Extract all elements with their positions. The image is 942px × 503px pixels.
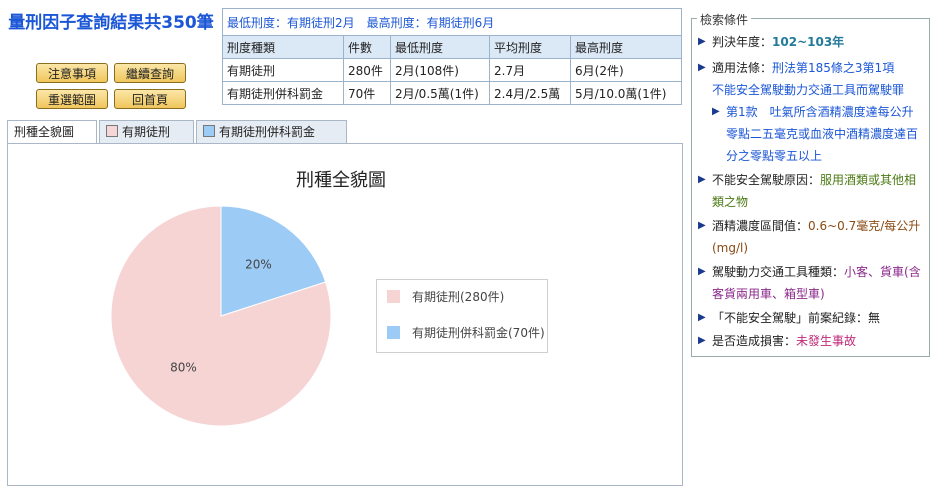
col-header: 最高刑度 <box>570 35 682 59</box>
pie-chart: 20% 80% <box>110 205 332 427</box>
chart-panel: 刑種全貌圖 20% 80% 有期徒刑(280件) 有期徒刑併科罰金(70件) <box>7 143 683 486</box>
criteria-title: 檢索條件 <box>697 11 752 28</box>
tab-overview[interactable]: 刑種全貌圖 <box>7 120 97 145</box>
legend-swatch <box>387 326 400 339</box>
table-row: 有期徒刑 280件 2月(108件) 2.7月 6月(2件) <box>222 58 682 82</box>
bullet-arrow-icon: ▶ <box>698 62 706 73</box>
criteria-label: 判決年度： <box>712 35 773 49</box>
bullet-arrow-icon: ▶ <box>698 36 706 47</box>
bullet-arrow-icon: ▶ <box>698 220 706 231</box>
col-header: 刑度種類 <box>222 35 344 59</box>
slice-percent-label: 20% <box>245 257 272 271</box>
criteria-value-extra: 不能安全駕駛動力交通工具而駕駛罪 <box>712 83 905 97</box>
tab-imprisonment-fine[interactable]: 有期徒刑併科罰金 <box>196 120 347 144</box>
table-row: 有期徒刑併科罰金 70件 2月/0.5萬(1件) 2.4月/2.5萬 5月/10… <box>222 81 682 105</box>
col-header: 平均刑度 <box>489 35 571 59</box>
criteria-subitem: ▶ 第1款 吐氣所含酒精濃度達每公升零點二五毫克或血液中酒精濃度達百分之零點零五… <box>712 101 924 167</box>
criteria-label: 不能安全駕駛原因： <box>712 173 821 187</box>
criteria-value: 102~103年 <box>772 35 845 49</box>
table-cell: 2.7月 <box>489 58 571 82</box>
criteria-item: ▶ 酒精濃度區間值：0.6~0.7毫克/每公升(mg/l) <box>698 215 924 259</box>
bullet-arrow-icon: ▶ <box>698 266 706 277</box>
bullet-arrow-icon: ▶ <box>698 335 706 346</box>
criteria-value: 無 <box>868 311 881 325</box>
criteria-value: 第1款 吐氣所含酒精濃度達每公升零點二五毫克或血液中酒精濃度達百分之零點零五以上 <box>726 105 919 163</box>
legend-item: 有期徒刑併科罰金(70件) <box>387 325 545 341</box>
col-header: 最低刑度 <box>390 35 490 59</box>
criteria-item: ▶ 判決年度：102~103年 <box>698 31 924 53</box>
chart-legend: 有期徒刑(280件) 有期徒刑併科罰金(70件) <box>376 279 548 353</box>
table-cell: 6月(2件) <box>570 58 682 82</box>
bullet-arrow-icon: ▶ <box>698 312 706 323</box>
criteria-label: 「不能安全駕駛」前案紀錄： <box>712 311 869 325</box>
table-cell: 70件 <box>343 81 391 105</box>
col-header: 件數 <box>343 35 391 59</box>
legend-item: 有期徒刑(280件) <box>387 289 504 305</box>
criteria-item: ▶ 不能安全駕駛原因：服用酒類或其他相類之物 <box>698 169 924 213</box>
slice-percent-label: 80% <box>170 361 197 375</box>
page-title: 量刑因子查詢結果共350筆 <box>8 13 214 33</box>
table-cell: 2月(108件) <box>390 58 490 82</box>
legend-label: 有期徒刑併科罰金(70件) <box>412 326 545 340</box>
criteria-item: ▶ 駕駛動力交通工具種類：小客、貨車(含客貨兩用車、箱型車) <box>698 261 924 305</box>
tab-label: 有期徒刑併科罰金 <box>219 125 316 139</box>
home-button[interactable]: 回首頁 <box>114 89 186 109</box>
swatch-icon <box>106 125 118 137</box>
tab-label: 刑種全貌圖 <box>14 125 75 139</box>
legend-swatch <box>387 290 400 303</box>
notes-button[interactable]: 注意事項 <box>36 63 108 83</box>
criteria-label: 駕駛動力交通工具種類： <box>712 265 845 279</box>
continue-query-button[interactable]: 繼續查詢 <box>114 63 186 83</box>
criteria-item: ▶ 適用法條：刑法第185條之3第1項不能安全駕駛動力交通工具而駕駛罪 <box>698 57 924 101</box>
bullet-arrow-icon: ▶ <box>698 174 706 185</box>
summary-caption: 最低刑度：有期徒刑2月 最高刑度：有期徒刑6月 <box>222 8 682 36</box>
table-cell: 2月/0.5萬(1件) <box>390 81 490 105</box>
tab-imprisonment[interactable]: 有期徒刑 <box>99 120 194 144</box>
criteria-item: ▶ 是否造成損害：未發生事故 <box>698 330 924 352</box>
table-cell: 2.4月/2.5萬 <box>489 81 571 105</box>
criteria-label: 酒精濃度區間值： <box>712 219 809 233</box>
bullet-arrow-icon: ▶ <box>712 106 720 117</box>
criteria-value: 刑法第185條之3第1項 <box>772 61 895 75</box>
legend-label: 有期徒刑(280件) <box>412 290 505 304</box>
table-cell: 有期徒刑併科罰金 <box>222 81 344 105</box>
summary-header-row: 刑度種類 件數 最低刑度 平均刑度 最高刑度 <box>222 35 682 59</box>
swatch-icon <box>203 125 215 137</box>
table-cell: 有期徒刑 <box>222 58 344 82</box>
summary-table: 最低刑度：有期徒刑2月 最高刑度：有期徒刑6月 刑度種類 件數 最低刑度 平均刑… <box>222 8 682 105</box>
criteria-label: 是否造成損害： <box>712 334 797 348</box>
reselect-range-button[interactable]: 重選範圍 <box>36 89 108 109</box>
search-criteria-panel: 檢索條件 ▶ 判決年度：102~103年 ▶ 適用法條：刑法第185條之3第1項… <box>691 11 930 357</box>
tab-label: 有期徒刑 <box>122 125 171 139</box>
table-cell: 5月/10.0萬(1件) <box>570 81 682 105</box>
criteria-item: ▶ 「不能安全駕駛」前案紀錄：無 <box>698 307 924 329</box>
table-cell: 280件 <box>343 58 391 82</box>
criteria-value: 未發生事故 <box>796 334 857 348</box>
criteria-label: 適用法條： <box>712 61 773 75</box>
